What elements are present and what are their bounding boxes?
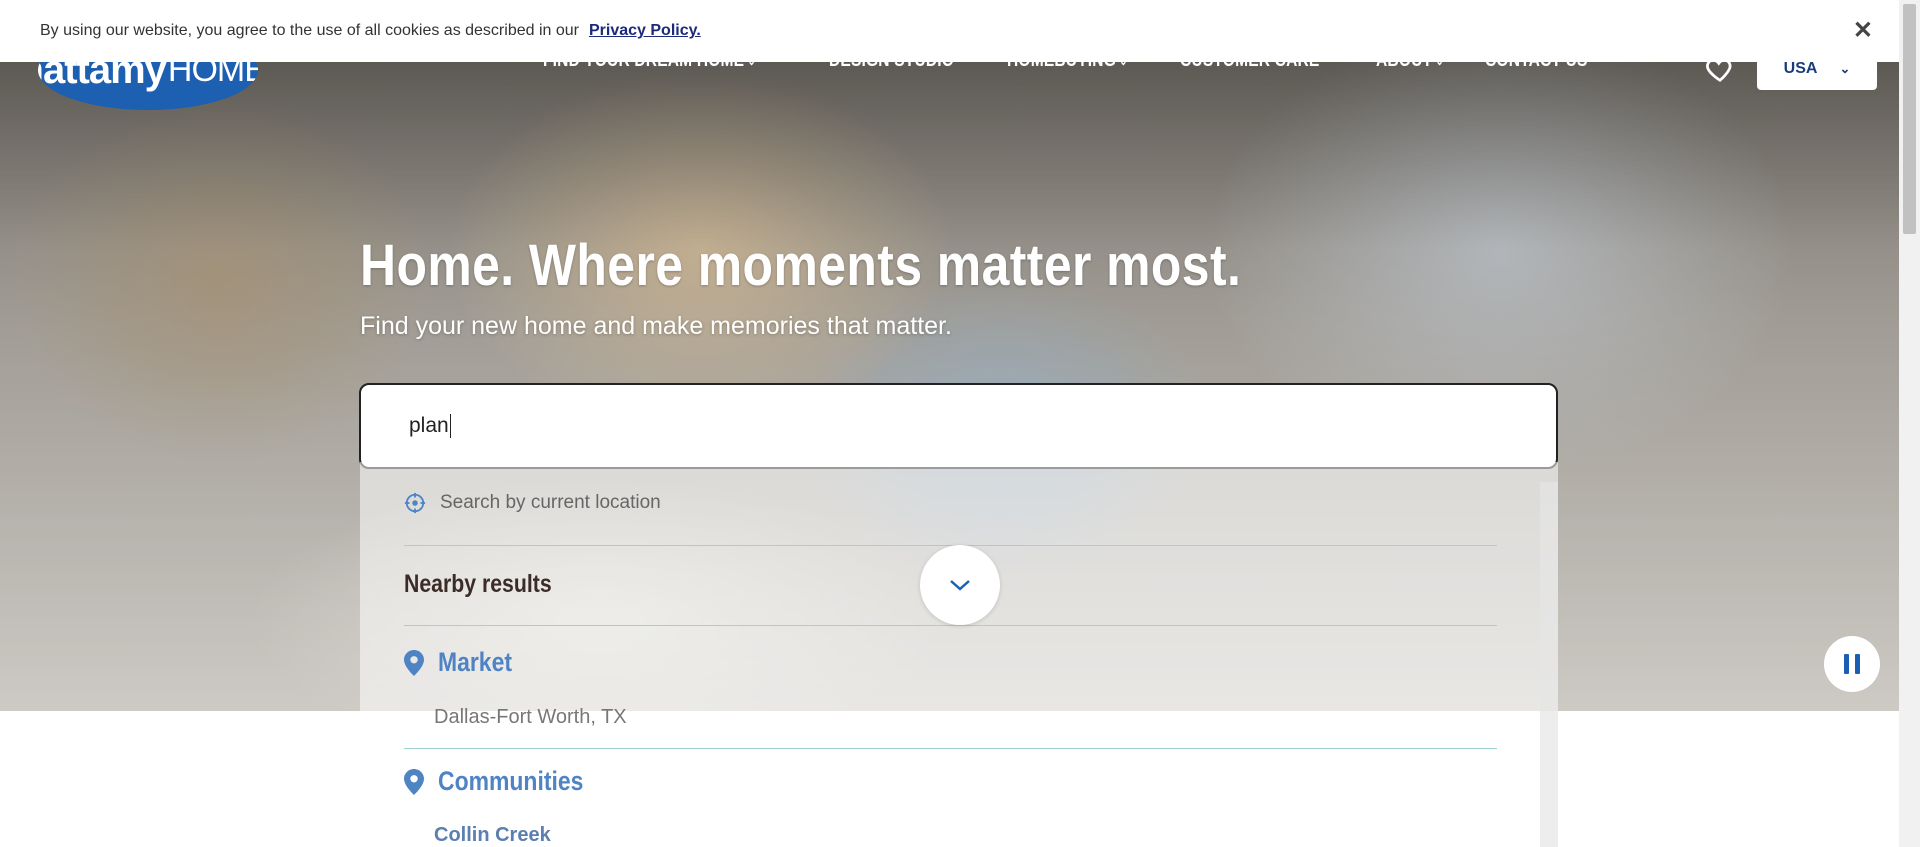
nearby-results-heading: Nearby results [404,570,552,598]
divider [404,748,1497,749]
search-input[interactable]: plan [359,383,1558,469]
pause-video-button[interactable] [1824,636,1880,692]
result-collin-creek[interactable]: Collin Creek [434,824,551,847]
cookie-banner: By using our website, you agree to the u… [0,0,1899,62]
pause-icon [1844,654,1849,674]
dropdown-scrollbar[interactable] [1540,482,1558,847]
section-title-market: Market [438,647,512,677]
section-communities: Communities [404,766,609,797]
search-suggestions-dropdown: Search by current location Nearby result… [360,462,1558,847]
privacy-policy-link[interactable]: Privacy Policy. [589,22,701,40]
map-pin-icon [404,768,424,795]
chevron-down-icon [950,580,970,591]
close-icon[interactable]: ✕ [1853,16,1873,45]
location-target-icon [404,492,426,514]
hero-headline: Home. Where moments matter most. [360,233,1242,298]
search-input-value: plan [409,414,449,437]
search-current-location[interactable]: Search by current location [404,492,661,514]
divider [404,625,1497,626]
hero-subhead: Find your new home and make memories tha… [360,312,952,340]
country-label: USA [1783,60,1818,77]
page-scrollbar[interactable] [1899,0,1920,847]
scroll-down-button[interactable] [920,545,1000,625]
current-location-label: Search by current location [440,492,661,513]
scrollbar-thumb[interactable] [1903,4,1916,234]
text-caret [449,414,451,438]
pause-icon [1855,654,1860,674]
result-dallas-fort-worth[interactable]: Dallas-Fort Worth, TX [434,706,627,729]
section-title-communities: Communities [438,766,584,796]
section-market: Market [404,647,525,678]
map-pin-icon [404,649,424,676]
chevron-down-icon: ⌄ [1839,61,1851,76]
cookie-message: By using our website, you agree to the u… [40,22,579,39]
